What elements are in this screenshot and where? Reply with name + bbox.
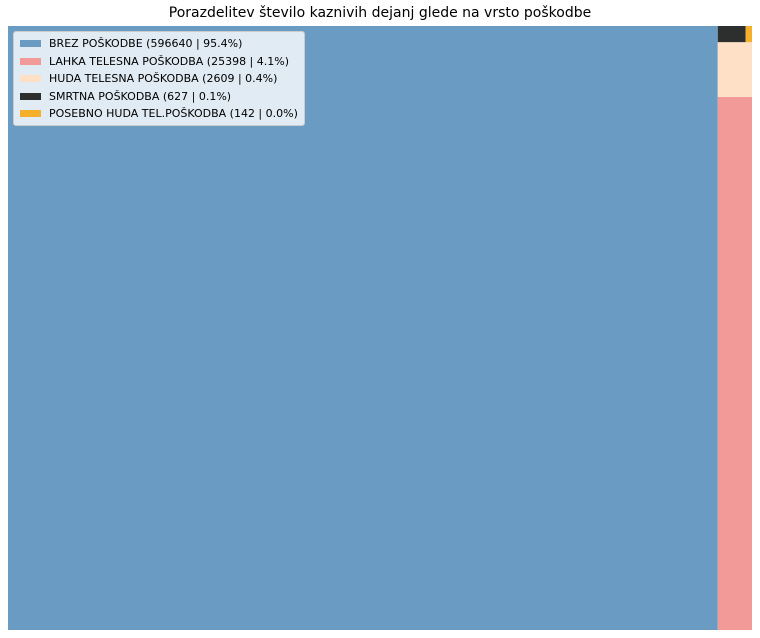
legend-item-smrtna-poskodba: SMRTNA POŠKODBA (627 | 0.1%) <box>20 88 298 106</box>
treemap-cell-huda-telesna-po-kodba <box>717 42 752 97</box>
legend-swatch <box>20 92 41 100</box>
legend-label: HUDA TELESNA POŠKODBA (2609 | 0.4%) <box>49 72 278 86</box>
legend-item-lahka-telesna-poskodba: LAHKA TELESNA POŠKODBA (25398 | 4.1%) <box>20 53 298 71</box>
legend-swatch <box>20 40 41 48</box>
legend-label: POSEBNO HUDA TEL.POŠKODBA (142 | 0.0%) <box>49 107 298 121</box>
treemap-cell-smrtna-po-kodba <box>717 26 746 43</box>
legend-label: SMRTNA POŠKODBA (627 | 0.1%) <box>49 89 232 103</box>
treemap-cell-posebno-huda-tel-po-kodba <box>745 26 752 43</box>
legend-swatch <box>20 75 41 83</box>
legend-label: BREZ POŠKODBE (596640 | 95.4%) <box>49 37 243 51</box>
chart-figure: Porazdelitev število kaznivih dejanj gle… <box>0 0 760 638</box>
legend-item-brez-poskodbe: BREZ POŠKODBE (596640 | 95.4%) <box>20 35 298 53</box>
legend-item-huda-telesna-poskodba: HUDA TELESNA POŠKODBA (2609 | 0.4%) <box>20 70 298 88</box>
chart-title: Porazdelitev število kaznivih dejanj gle… <box>168 5 592 21</box>
legend-swatch <box>20 110 41 118</box>
legend-label: LAHKA TELESNA POŠKODBA (25398 | 4.1%) <box>49 54 290 68</box>
legend-swatch <box>20 57 41 65</box>
legend: BREZ POŠKODBE (596640 | 95.4%) LAHKA TEL… <box>13 31 305 126</box>
legend-item-posebno-huda-poskodba: POSEBNO HUDA TEL.POŠKODBA (142 | 0.0%) <box>20 105 298 123</box>
treemap-cell-lahka-telesna-po-kodba <box>717 96 752 630</box>
